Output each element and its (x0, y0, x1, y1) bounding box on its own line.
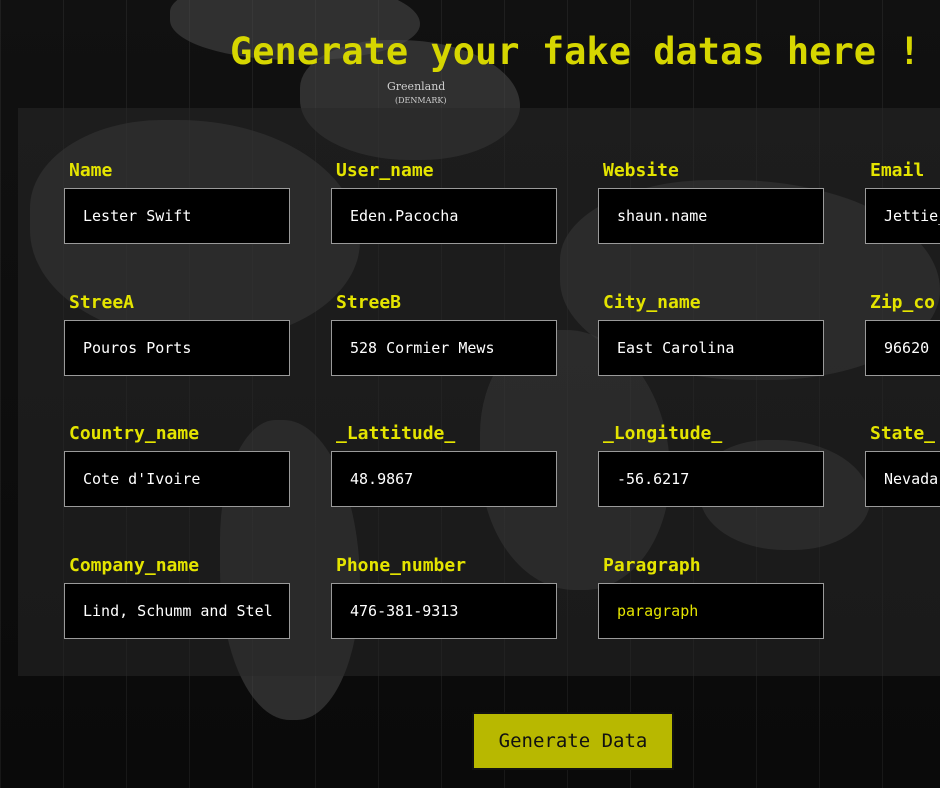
company-name-input[interactable] (64, 583, 290, 639)
lattitude-label: _Lattitude_ (336, 423, 456, 444)
page-title: Generate your fake datas here ! (230, 30, 921, 73)
longitude-input[interactable] (598, 451, 824, 507)
name-field: Name (64, 160, 290, 244)
paragraph-input[interactable] (598, 583, 824, 639)
generate-data-button[interactable]: Generate Data (472, 712, 674, 770)
paragraph-field: Paragraph (598, 555, 824, 639)
map-label-denmark: (DENMARK) (395, 96, 447, 105)
streeb-label: StreeB (336, 292, 402, 313)
user-name-field: User_name (331, 160, 557, 244)
email-field: Email (865, 160, 940, 244)
state-input[interactable] (865, 451, 940, 507)
zip-code-input[interactable] (865, 320, 940, 376)
city-name-label: City_name (603, 292, 701, 313)
email-input[interactable] (865, 188, 940, 244)
user-name-input[interactable] (331, 188, 557, 244)
city-name-field: City_name (598, 292, 824, 376)
streeta-label: StreeA (69, 292, 135, 313)
website-input[interactable] (598, 188, 824, 244)
phone-number-label: Phone_number (336, 555, 467, 576)
name-label: Name (69, 160, 113, 181)
name-input[interactable] (64, 188, 290, 244)
user-name-label: User_name (336, 160, 434, 181)
phone-number-field: Phone_number (331, 555, 557, 639)
streeta-input[interactable] (64, 320, 290, 376)
website-field: Website (598, 160, 824, 244)
company-name-label: Company_name (69, 555, 200, 576)
country-name-input[interactable] (64, 451, 290, 507)
longitude-field: _Longitude_ (598, 423, 824, 507)
phone-number-input[interactable] (331, 583, 557, 639)
state-field: State_ (865, 423, 940, 507)
streeta-field: StreeA (64, 292, 290, 376)
paragraph-label: Paragraph (603, 555, 701, 576)
state-label: State_ (870, 423, 936, 444)
streeb-field: StreeB (331, 292, 557, 376)
country-name-label: Country_name (69, 423, 200, 444)
longitude-label: _Longitude_ (603, 423, 723, 444)
website-label: Website (603, 160, 679, 181)
city-name-input[interactable] (598, 320, 824, 376)
zip-code-field: Zip_co (865, 292, 940, 376)
zip-code-label: Zip_co (870, 292, 936, 313)
company-name-field: Company_name (64, 555, 290, 639)
lattitude-input[interactable] (331, 451, 557, 507)
map-label-greenland: Greenland (387, 80, 446, 93)
lattitude-field: _Lattitude_ (331, 423, 557, 507)
country-name-field: Country_name (64, 423, 290, 507)
streeb-input[interactable] (331, 320, 557, 376)
email-label: Email (870, 160, 925, 181)
